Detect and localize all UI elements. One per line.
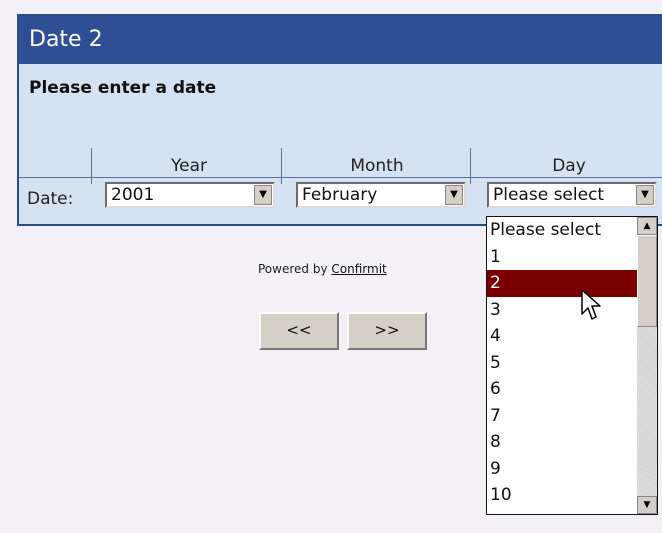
month-select-value: February [302, 185, 378, 205]
day-option[interactable]: 5 [487, 350, 637, 377]
chevron-down-icon[interactable]: ▼ [445, 185, 463, 205]
question-title: Date 2 [19, 16, 662, 64]
day-option[interactable]: 9 [487, 456, 637, 483]
column-separator [91, 148, 92, 184]
next-button[interactable]: >> [347, 312, 427, 350]
day-option[interactable]: 3 [487, 297, 637, 324]
question-prompt: Please enter a date [29, 78, 217, 98]
day-select[interactable]: Please select ▼ [487, 182, 657, 208]
column-separator [281, 148, 282, 184]
day-option[interactable]: 6 [487, 376, 637, 403]
dropdown-scrollbar[interactable]: ▲ ▼ [637, 217, 657, 514]
powered-by-text: Powered by [258, 262, 328, 276]
month-select[interactable]: February ▼ [296, 182, 466, 208]
day-option[interactable]: Please select [487, 217, 637, 244]
day-option[interactable]: 10 [487, 482, 637, 509]
year-select[interactable]: 2001 ▼ [105, 182, 275, 208]
day-option[interactable]: 8 [487, 429, 637, 456]
chevron-down-icon[interactable]: ▼ [254, 185, 272, 205]
scroll-down-icon[interactable]: ▼ [637, 496, 657, 514]
scroll-up-icon[interactable]: ▲ [637, 217, 657, 235]
powered-by: Powered by Confirmit [258, 262, 387, 276]
confirmit-link[interactable]: Confirmit [331, 262, 386, 276]
mouse-cursor-icon [581, 289, 601, 320]
date-row-label: Date: [27, 189, 74, 209]
chevron-down-icon[interactable]: ▼ [636, 185, 654, 205]
page: Date 2 Please enter a date Year Month Da… [0, 0, 662, 533]
day-option[interactable]: 4 [487, 323, 637, 350]
day-dropdown-list[interactable]: Please select 1 2 3 4 5 6 7 8 9 10 ▲ ▼ [486, 216, 658, 515]
back-button[interactable]: << [259, 312, 339, 350]
day-option[interactable]: 1 [487, 244, 637, 271]
column-separator [470, 148, 471, 184]
day-select-value: Please select [493, 185, 605, 205]
day-option-highlighted[interactable]: 2 [487, 269, 638, 298]
year-select-value: 2001 [111, 185, 155, 205]
day-option[interactable]: 7 [487, 403, 637, 430]
scrollbar-thumb[interactable] [637, 235, 657, 327]
header-divider [19, 177, 662, 178]
